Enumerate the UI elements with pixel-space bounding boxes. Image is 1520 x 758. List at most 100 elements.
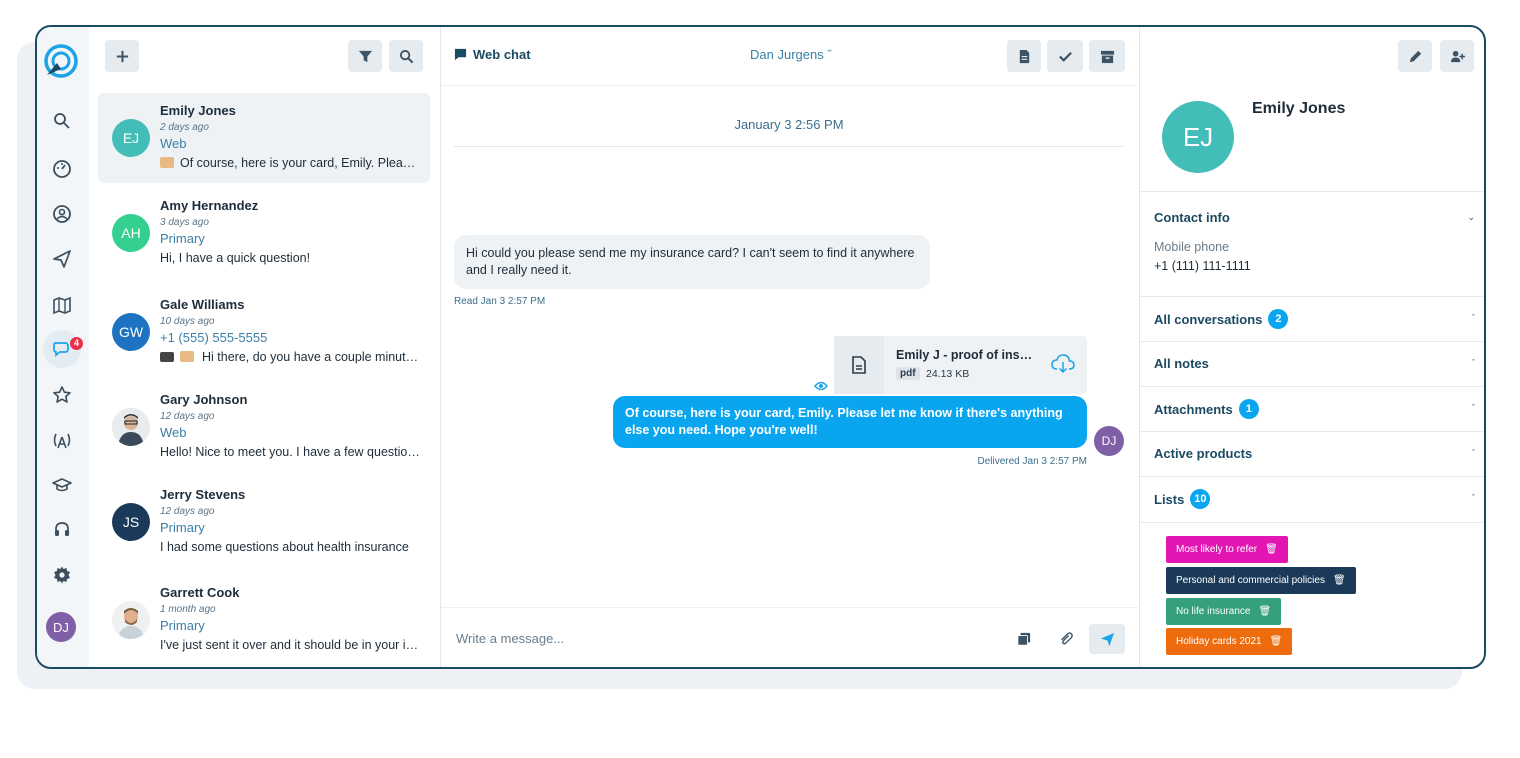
count-badge: 2 (1268, 309, 1289, 329)
section-title: Active products (1154, 446, 1253, 461)
reviews-star-icon[interactable] (50, 383, 74, 407)
broadcast-icon[interactable] (50, 428, 74, 452)
app-logo-icon[interactable] (43, 43, 79, 79)
add-contact-button[interactable] (1440, 40, 1474, 72)
trash-icon[interactable]: 🗑 (1333, 575, 1346, 586)
list-tag-label: Personal and commercial policies (1176, 575, 1325, 586)
download-cloud-icon[interactable] (1051, 354, 1075, 379)
contact-avatar: JS (112, 503, 150, 541)
chat-panel: Web chat Dan Jurgens ˇ January 3 2:56 PM… (440, 27, 1138, 667)
copy-icon (1017, 632, 1031, 646)
chevron-up-icon[interactable]: ˆ (1472, 358, 1475, 368)
delivery-status: Delivered Jan 3 2:57 PM (977, 456, 1087, 467)
trash-icon[interactable]: 🗑 (1258, 606, 1271, 617)
support-headset-icon[interactable] (50, 518, 74, 542)
phone-label: Mobile phone (1154, 240, 1230, 254)
new-conversation-button[interactable] (105, 40, 139, 72)
message-preview: Hello! Nice to meet you. I have a few qu… (160, 445, 420, 459)
contact-name: Gary Johnson (160, 392, 248, 407)
trash-icon[interactable]: 🗑 (1270, 636, 1283, 647)
conversation-item[interactable]: GW Gale Williams 10 days ago +1 (555) 55… (98, 287, 430, 377)
edit-contact-button[interactable] (1398, 40, 1432, 72)
chat-bubble-icon (454, 48, 467, 61)
contact-photo (112, 601, 150, 639)
paperclip-icon (1061, 632, 1073, 645)
chevron-up-icon[interactable]: ˆ (1472, 313, 1475, 323)
contact-avatar: AH (112, 214, 150, 252)
all-conversations-section[interactable]: All conversations 2 ˆ (1140, 296, 1484, 341)
list-tag[interactable]: Personal and commercial policies 🗑 (1166, 567, 1356, 594)
conversation-channel: Primary (160, 520, 205, 535)
map-icon[interactable] (50, 293, 74, 317)
chevron-up-icon[interactable]: ˆ (1472, 448, 1475, 458)
phone-value[interactable]: +1 (111) 111-1111 (1154, 259, 1251, 273)
contact-name-heading: Emily Jones (1252, 100, 1346, 117)
conversation-item[interactable]: Garrett Cook 1 month ago Primary I've ju… (98, 575, 430, 665)
list-tag[interactable]: Most likely to refer 🗑 (1166, 536, 1288, 563)
unread-badge: 4 (70, 337, 83, 350)
contact-name: Amy Hernandez (160, 198, 259, 213)
contact-info-section: Contact info ⌄ Mobile phone +1 (111) 111… (1140, 191, 1484, 296)
dashboard-icon[interactable] (50, 157, 74, 181)
seen-eye-icon (814, 379, 828, 397)
section-title: All conversations (1154, 311, 1263, 327)
attach-button[interactable] (1051, 624, 1081, 654)
templates-button[interactable] (1009, 624, 1039, 654)
user-avatar[interactable]: DJ (46, 612, 76, 642)
contact-info-toggle[interactable]: Contact info (1154, 210, 1230, 225)
settings-gear-icon[interactable] (50, 563, 74, 587)
notes-button[interactable] (1007, 40, 1041, 72)
contact-panel: EJ Emily Jones Contact info ⌄ Mobile pho… (1139, 27, 1484, 667)
section-title: Lists (1154, 491, 1185, 507)
pencil-icon (1409, 50, 1421, 62)
folder-icon (180, 351, 194, 362)
camera-icon (160, 352, 174, 362)
message-preview: Of course, here is your card, Emily. Ple… (180, 156, 420, 170)
search-icon (399, 49, 413, 63)
send-button[interactable] (1089, 624, 1125, 654)
conversation-item[interactable]: JS Jerry Stevens 12 days ago Primary I h… (98, 477, 430, 567)
attachments-section[interactable]: Attachments 1 ˆ (1140, 386, 1484, 431)
resolve-button[interactable] (1047, 40, 1083, 72)
conversation-channel: Web (160, 136, 187, 151)
contact-name: Emily Jones (160, 103, 236, 118)
lists-section[interactable]: Lists 10 ˆ (1140, 476, 1484, 523)
conversation-item[interactable]: EJ Emily Jones 2 days ago Web Of course,… (98, 93, 430, 183)
filter-button[interactable] (348, 40, 382, 72)
conversation-time: 2 days ago (160, 122, 209, 133)
archive-button[interactable] (1089, 40, 1125, 72)
conversation-item[interactable]: Gary Johnson 12 days ago Web Hello! Nice… (98, 382, 430, 472)
search-icon[interactable] (50, 109, 74, 133)
active-products-section[interactable]: Active products ˆ (1140, 431, 1484, 476)
trash-icon[interactable]: 🗑 (1265, 544, 1278, 555)
count-badge: 1 (1238, 399, 1259, 419)
conversations-icon[interactable]: 4 (43, 330, 83, 368)
training-cap-icon[interactable] (50, 473, 74, 497)
search-conversations-button[interactable] (389, 40, 423, 72)
contact-avatar: EJ (112, 119, 150, 157)
attachment-type: pdf (896, 367, 920, 380)
all-notes-section[interactable]: All notes ˆ (1140, 341, 1484, 386)
list-tag[interactable]: No life insurance 🗑 (1166, 598, 1282, 625)
contacts-icon[interactable] (50, 202, 74, 226)
conversation-time: 12 days ago (160, 411, 215, 422)
conversation-channel: +1 (555) 555-5555 (160, 330, 268, 345)
sender-avatar: DJ (1094, 426, 1124, 456)
plus-icon (116, 50, 128, 62)
conversation-item[interactable]: AH Amy Hernandez 3 days ago Primary Hi, … (98, 188, 430, 278)
section-title: All notes (1154, 356, 1209, 371)
chevron-up-icon[interactable]: ˆ (1472, 493, 1475, 503)
send-campaign-icon[interactable] (50, 247, 74, 271)
preview-line: Of course, here is your card, Emily. Ple… (160, 156, 420, 170)
message-composer (440, 607, 1138, 667)
message-preview: I had some questions about health insura… (160, 540, 409, 554)
message-input[interactable] (454, 622, 998, 654)
assigned-agent-dropdown[interactable]: Dan Jurgens ˇ (750, 47, 832, 62)
chevron-down-icon[interactable]: ⌄ (1467, 212, 1475, 223)
attachment-card[interactable]: Emily J - proof of insurance pdf 24.13 K… (834, 336, 1087, 394)
list-tag[interactable]: Holiday cards 2021 🗑 (1166, 628, 1293, 655)
archive-icon (1100, 50, 1114, 63)
section-header: Active products (1154, 446, 1252, 461)
filter-icon (358, 50, 372, 62)
chevron-up-icon[interactable]: ˆ (1472, 403, 1475, 413)
